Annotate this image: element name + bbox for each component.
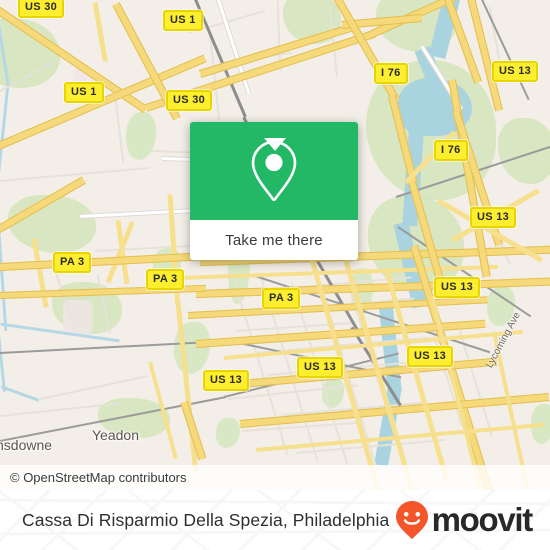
page-title: Cassa Di Risparmio Della Spezia, Philade…	[22, 509, 390, 530]
highway-shield: PA 3	[262, 288, 301, 309]
callout-pin-area	[190, 122, 358, 220]
highway-shield: US 13	[492, 61, 539, 82]
highway-shield: US 13	[434, 277, 481, 298]
park-area	[498, 118, 550, 184]
highway-shield: I 76	[434, 140, 468, 161]
highway-shield: US 13	[407, 346, 454, 367]
place-label-lansdowne: nsdowne	[0, 437, 53, 453]
highway-shield: US 13	[297, 357, 344, 378]
highway-shield: US 1	[64, 82, 104, 103]
moovit-logo[interactable]: moovit	[395, 500, 534, 540]
take-me-there-button[interactable]: Take me there	[190, 220, 358, 260]
map-screenshot: US 30 US 1 US 1 US 30 I 76 US 13 I 76 US…	[0, 0, 550, 550]
footer-bar: Cassa Di Risparmio Della Spezia, Philade…	[0, 490, 550, 550]
moovit-smiley-pin-icon	[395, 501, 428, 539]
highway-shield: US 30	[166, 90, 213, 111]
map-attribution-bar: © OpenStreetMap contributors	[0, 465, 550, 490]
highway-shield: PA 3	[146, 269, 185, 290]
minor-road	[94, 244, 205, 252]
map-canvas[interactable]: US 30 US 1 US 1 US 30 I 76 US 13 I 76 US…	[0, 0, 550, 490]
primary-road	[92, 2, 108, 63]
minor-road	[115, 100, 125, 163]
highway-shield: I 76	[374, 63, 408, 84]
take-me-there-label: Take me there	[225, 231, 323, 249]
park-area	[216, 418, 240, 448]
highway-shield: US 13	[203, 370, 250, 391]
moovit-wordmark: moovit	[431, 501, 534, 538]
residential-road	[79, 207, 205, 219]
highway-shield: US 30	[18, 0, 65, 18]
place-label-yeadon: Yeadon	[92, 427, 139, 443]
highway-shield: US 1	[163, 10, 203, 31]
osm-attribution-text: © OpenStreetMap contributors	[10, 470, 187, 485]
minor-road	[39, 375, 148, 400]
park-area	[126, 112, 156, 160]
highway-shield: PA 3	[53, 252, 92, 273]
callout-tail	[264, 138, 286, 151]
park-area	[8, 195, 96, 253]
stream	[0, 385, 40, 402]
stream	[0, 334, 7, 392]
highway-shield: US 13	[470, 207, 517, 228]
